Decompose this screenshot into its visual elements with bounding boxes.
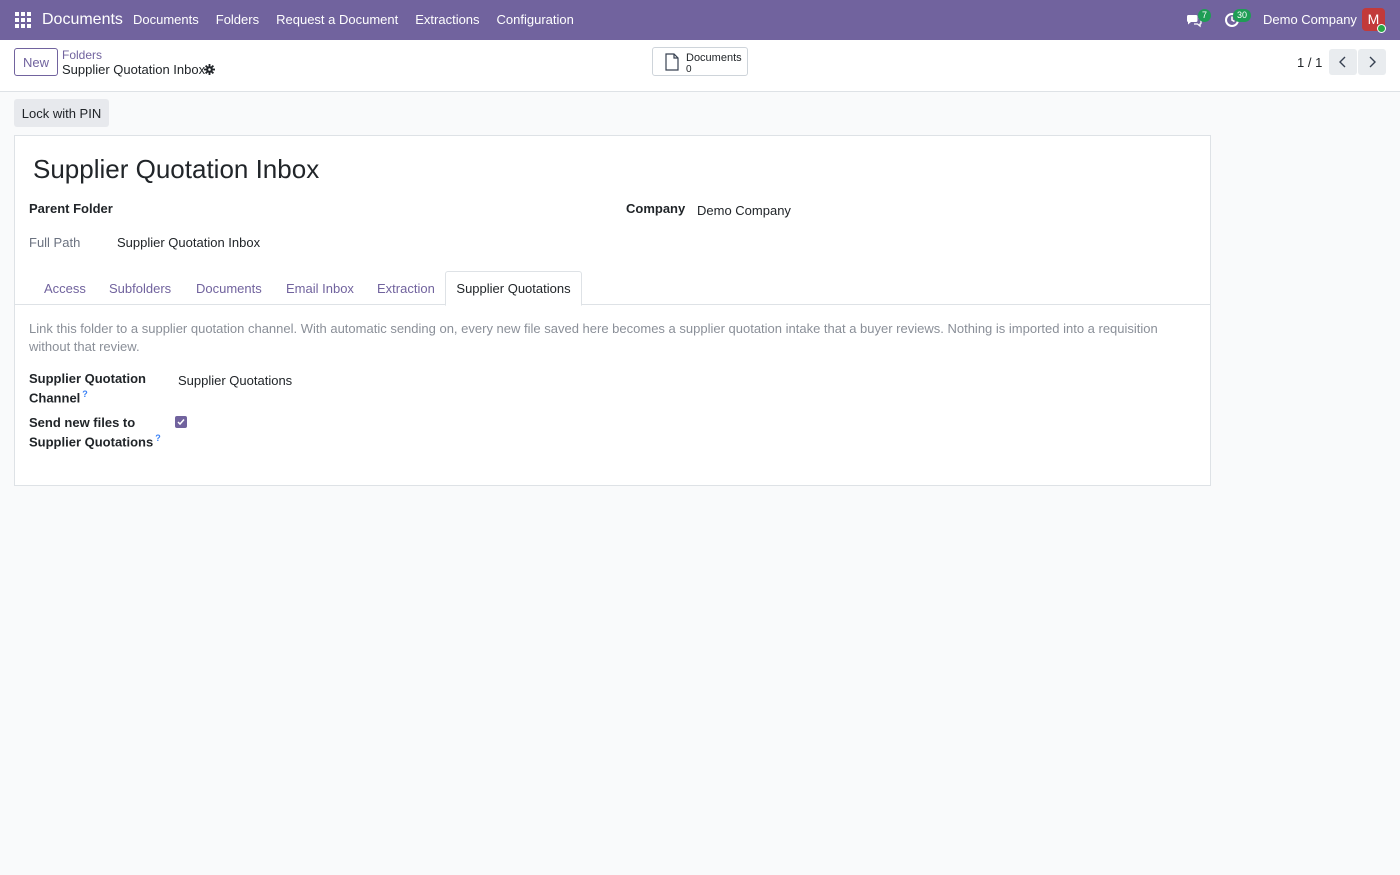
- main-menu: Documents Folders Request a Document Ext…: [133, 12, 591, 27]
- control-panel: New Folders Supplier Quotation Inbox Doc…: [0, 40, 1400, 92]
- pager-value[interactable]: 1 / 1: [1297, 55, 1322, 70]
- menu-extractions[interactable]: Extractions: [415, 12, 479, 27]
- documents-smart-button[interactable]: Documents 0: [652, 47, 748, 76]
- tab-help-text: Link this folder to a supplier quotation…: [29, 321, 1158, 354]
- chevron-right-icon: [1369, 56, 1376, 68]
- full-path-value: Supplier Quotation Inbox: [117, 235, 261, 250]
- check-icon: [177, 419, 185, 426]
- send-files-label-cont: Supplier Quotations?: [29, 433, 161, 449]
- record-title[interactable]: Supplier Quotation Inbox: [33, 154, 319, 185]
- tab-supplier-quotations[interactable]: Supplier Quotations: [445, 271, 582, 306]
- tab-subfolders[interactable]: Subfolders: [109, 281, 171, 296]
- send-files-label: Send new files to: [29, 415, 135, 430]
- menu-configuration[interactable]: Configuration: [497, 12, 574, 27]
- company-switcher[interactable]: Demo Company: [1263, 12, 1357, 27]
- tab-documents[interactable]: Documents: [196, 281, 262, 296]
- pager-previous-button[interactable]: [1329, 49, 1357, 75]
- channel-help-marker[interactable]: ?: [82, 389, 88, 399]
- company-label: Company: [626, 201, 686, 216]
- pager-next-button[interactable]: [1358, 49, 1386, 75]
- menu-documents[interactable]: Documents: [133, 12, 199, 27]
- apps-grid-icon[interactable]: [15, 12, 31, 28]
- menu-request-document[interactable]: Request a Document: [276, 12, 398, 27]
- menu-folders[interactable]: Folders: [216, 12, 259, 27]
- new-button[interactable]: New: [14, 48, 58, 76]
- send-label-line-2: Supplier Quotations: [29, 434, 154, 450]
- company-field[interactable]: Demo Company: [697, 203, 791, 218]
- channel-label-line-2: Channel: [29, 390, 81, 406]
- form-sheet: Supplier Quotation Inbox Parent Folder C…: [14, 135, 1211, 486]
- chat-count-badge: 7: [1198, 9, 1212, 22]
- full-path-label: Full Path: [29, 235, 81, 250]
- notebook-tabs: Access Subfolders Documents Email Inbox …: [15, 271, 1210, 306]
- tab-extraction[interactable]: Extraction: [377, 281, 435, 296]
- breadcrumb-folders[interactable]: Folders: [62, 48, 102, 62]
- send-help-marker[interactable]: ?: [155, 433, 161, 443]
- chevron-left-icon: [1339, 56, 1346, 68]
- online-status-dot: [1377, 24, 1386, 33]
- app-brand[interactable]: Documents: [42, 11, 123, 29]
- breadcrumb-current: Supplier Quotation Inbox: [62, 62, 206, 77]
- top-navbar: Documents Documents Folders Request a Do…: [0, 0, 1400, 40]
- smart-button-value: 0: [686, 64, 692, 75]
- smart-button-label: Documents: [686, 52, 742, 64]
- tab-email-inbox[interactable]: Email Inbox: [286, 281, 354, 296]
- lock-with-pin-button[interactable]: Lock with PIN: [14, 99, 109, 127]
- channel-label: Supplier Quotation: [29, 371, 146, 386]
- gear-icon[interactable]: [204, 64, 215, 75]
- send-files-checkbox[interactable]: [175, 416, 187, 428]
- document-icon: [665, 53, 679, 71]
- parent-folder-label: Parent Folder: [29, 201, 113, 216]
- channel-label-cont: Channel?: [29, 389, 88, 405]
- send-label-line-1: Send new files to: [29, 415, 136, 430]
- channel-label-line-1: Supplier Quotation: [29, 371, 146, 386]
- tab-access[interactable]: Access: [44, 281, 86, 296]
- activity-count-badge: 30: [1233, 9, 1252, 22]
- channel-field[interactable]: Supplier Quotations: [178, 373, 292, 388]
